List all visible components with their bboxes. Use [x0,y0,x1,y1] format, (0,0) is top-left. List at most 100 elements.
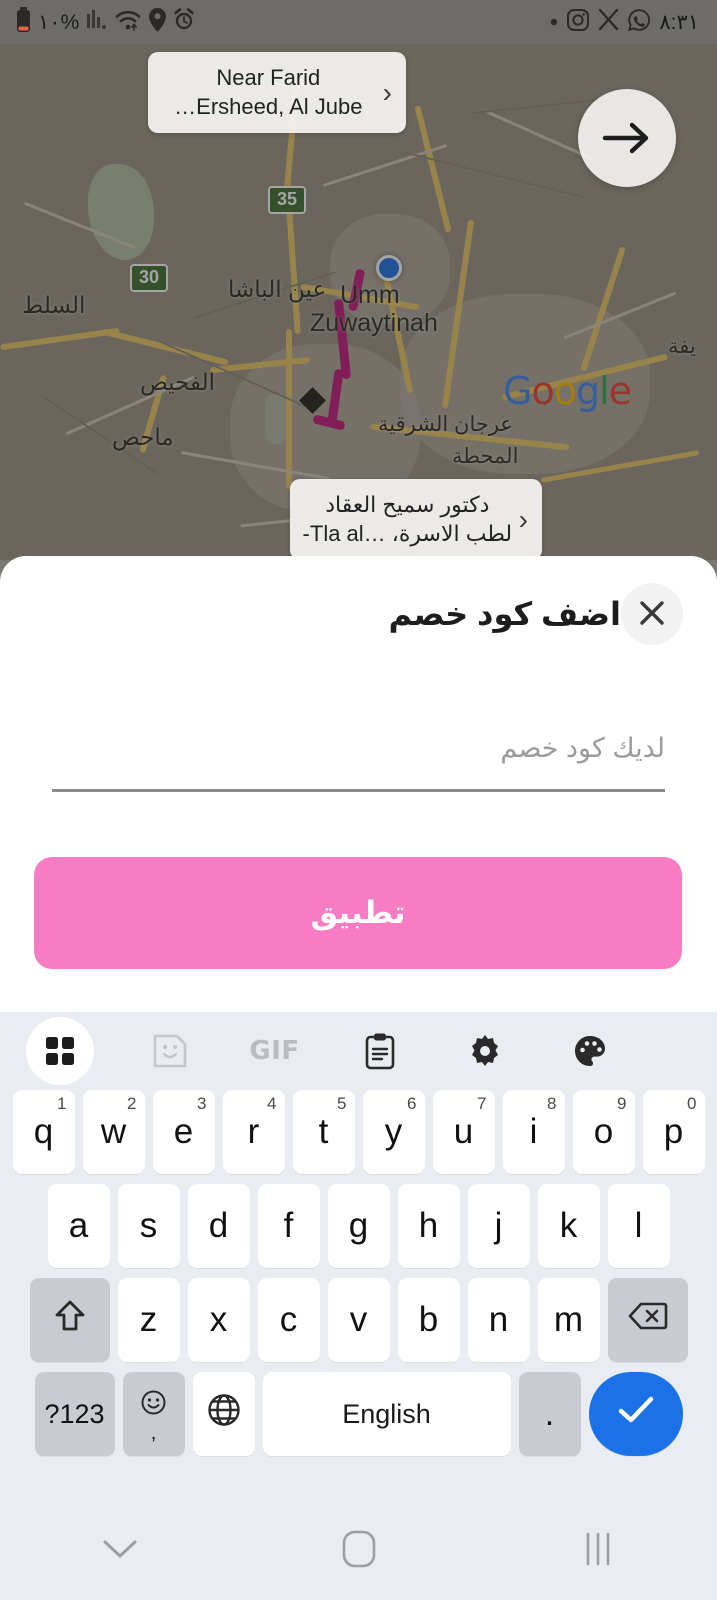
key-number-hint: 7 [477,1094,487,1113]
discount-code-sheet: اضف كود خصم تطبيق [0,556,717,1012]
apply-button[interactable]: تطبيق [34,857,682,969]
key-number-hint: 6 [407,1094,417,1113]
chevron-right-icon: › [382,76,392,108]
instagram-icon [567,8,590,36]
key-r[interactable]: 4r [222,1090,285,1174]
on-screen-keyboard: GIF 1q2w3e4r5t6y7u8i9o0p asdfghjkl zxcvb… [0,1012,717,1500]
location-pin-icon [149,7,167,37]
key-l[interactable]: l [607,1184,670,1268]
recents-icon [581,1531,615,1570]
key-p[interactable]: 0p [642,1090,705,1174]
dismiss-keyboard-button[interactable] [40,1500,200,1600]
enter-key[interactable] [588,1372,683,1456]
key-k[interactable]: k [537,1184,600,1268]
key-n[interactable]: n [467,1278,530,1362]
key-label: p [663,1112,684,1151]
emoji-key[interactable]: , [122,1372,185,1456]
map-label-zuwaytinah: Zuwaytinah [310,309,438,337]
key-w[interactable]: 2w [82,1090,145,1174]
key-number-hint: 9 [617,1094,627,1113]
symbols-key[interactable]: ?123 [34,1372,115,1456]
key-i[interactable]: 8i [502,1090,565,1174]
keyboard-row-2: asdfghjkl [0,1184,717,1268]
google-logo-o1: o [531,369,554,413]
gif-label: GIF [249,1036,300,1066]
key-y[interactable]: 6y [362,1090,425,1174]
status-bar-left: ١٠% [16,6,195,38]
key-label: i [529,1112,538,1151]
origin-line1: Near Farid [216,65,321,90]
key-number-hint: 3 [197,1094,207,1113]
map-label-as-salt: السلط [22,292,86,318]
map-label-fuheis: الفحيص [140,369,215,395]
key-number-hint: 1 [57,1094,67,1113]
map-label-mahatta: المحطة [452,445,519,468]
key-z[interactable]: z [117,1278,180,1362]
google-attribution-logo: Google [503,369,632,413]
key-h[interactable]: h [397,1184,460,1268]
wifi-icon [115,9,142,36]
language-switch-key[interactable] [192,1372,255,1456]
home-button[interactable] [279,1500,439,1600]
recents-button[interactable] [518,1500,678,1600]
origin-line2: Ersheed, Al Jube… [174,93,363,119]
sticker-icon[interactable] [117,1012,222,1090]
key-label: w [100,1112,127,1151]
key-j[interactable]: j [467,1184,530,1268]
google-logo-o2: o [553,369,577,413]
discount-code-input[interactable] [52,718,665,778]
clipboard-icon[interactable] [327,1012,432,1090]
battery-low-icon [16,6,31,38]
close-button[interactable] [621,583,683,645]
arrow-right-icon [601,118,653,158]
period-key[interactable]: . [518,1372,581,1456]
key-number-hint: 2 [127,1094,137,1113]
key-number-hint: 0 [687,1094,697,1113]
key-t[interactable]: 5t [292,1090,355,1174]
key-d[interactable]: d [187,1184,250,1268]
key-label: q [33,1112,54,1151]
shift-arrow-icon [53,1299,87,1342]
shift-key[interactable] [29,1278,110,1362]
google-logo-g: G [503,369,532,413]
key-m[interactable]: m [537,1278,600,1362]
key-a[interactable]: a [47,1184,110,1268]
destination-location-card[interactable]: › دكتور سميح العقاد لطب الاسرة، …Tla al- [290,479,542,560]
origin-location-card[interactable]: › Near Farid Ersheed, Al Jube… [148,52,406,134]
chevron-down-icon [101,1536,139,1565]
palette-icon[interactable] [537,1012,642,1090]
signal-bars-icon [86,9,108,36]
key-s[interactable]: s [117,1184,180,1268]
key-f[interactable]: f [257,1184,320,1268]
backspace-key[interactable] [607,1278,688,1362]
key-c[interactable]: c [257,1278,320,1362]
discount-code-field-wrapper [52,718,665,792]
page-title: اضف كود خصم [388,596,621,632]
key-v[interactable]: v [327,1278,390,1362]
map-view[interactable]: 35 30 عين الباشا Umm Zuwaytinah السلط ال… [0,44,717,560]
dot-indicator-icon [550,13,558,31]
gif-icon[interactable]: GIF [222,1012,327,1090]
key-g[interactable]: g [327,1184,390,1268]
emoji-icon [141,1386,166,1421]
key-b[interactable]: b [397,1278,460,1362]
phone-screen: ١٠% ٨:٣١ 35 30 عين الباشا Umm Zuwaytinah… [0,0,717,1600]
keyboard-toolbar: GIF [0,1012,717,1090]
key-label: e [173,1112,194,1151]
key-label: y [384,1112,403,1151]
key-e[interactable]: 3e [152,1090,215,1174]
google-logo-e: e [608,369,632,413]
spacebar-key[interactable]: English [262,1372,511,1456]
key-x[interactable]: x [187,1278,250,1362]
key-u[interactable]: 7u [432,1090,495,1174]
key-o[interactable]: 9o [572,1090,635,1174]
destination-line1: دكتور سميح العقاد [325,492,490,517]
map-label-ain-albasha: عين الباشا [228,276,327,302]
key-number-hint: 5 [337,1094,347,1113]
grid-apps-icon[interactable] [26,1017,94,1085]
map-next-button[interactable] [578,89,676,187]
current-location-dot [376,255,402,281]
map-label-edge: يفة [668,335,696,358]
key-q[interactable]: 1q [12,1090,75,1174]
settings-gear-icon[interactable] [432,1012,537,1090]
